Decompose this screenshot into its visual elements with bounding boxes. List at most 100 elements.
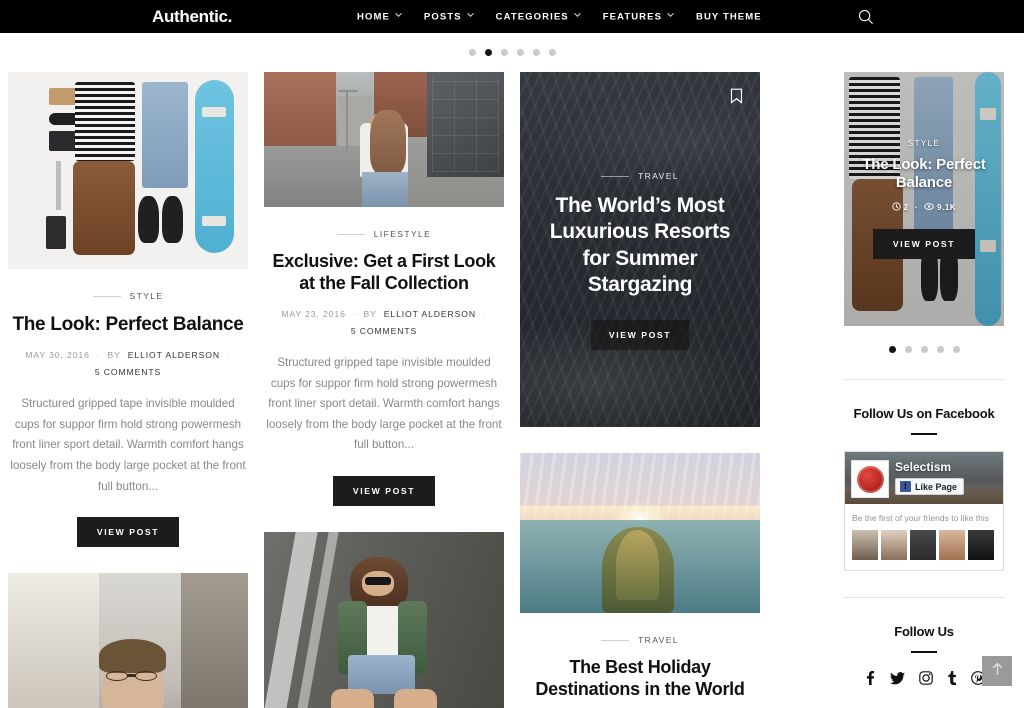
post-title[interactable]: The World’s Most Luxurious Resorts for S… — [536, 193, 744, 297]
nav-item-buy-theme[interactable]: BUY THEME — [696, 11, 762, 22]
twitter-icon[interactable] — [890, 671, 905, 685]
site-header: Authentic. HOME POSTS CATEGORIES FEATURE… — [0, 0, 1024, 33]
facebook-icon[interactable] — [863, 671, 876, 685]
post-category: TRAVEL — [601, 171, 679, 181]
category-label[interactable]: STYLE — [130, 291, 164, 301]
post-author[interactable]: ELLIOT ALDERSON — [384, 309, 476, 319]
chevron-down-icon — [573, 12, 581, 19]
view-post-button[interactable]: VIEW POST — [590, 319, 690, 350]
slider-category[interactable]: STYLE — [908, 139, 940, 148]
chevron-down-icon — [395, 12, 402, 19]
nav-item-home[interactable]: HOME — [357, 11, 402, 22]
sidebar-slider-dots — [844, 326, 1004, 353]
avatar-image — [856, 465, 884, 493]
post-column-3: TRAVEL The World’s Most Luxurious Resort… — [520, 72, 760, 708]
nav-item-posts[interactable]: POSTS — [424, 11, 474, 22]
post-title[interactable]: The Best Holiday Destinations in the Wor… — [522, 657, 758, 701]
post-thumbnail[interactable] — [8, 72, 248, 269]
view-post-button[interactable]: VIEW POST — [332, 476, 436, 507]
facebook-page-avatar[interactable] — [851, 460, 889, 498]
post-date: MAY 23, 2016 — [281, 308, 346, 319]
nav-item-label: HOME — [357, 11, 390, 22]
post-title[interactable]: The Look: Perfect Balance — [10, 313, 246, 336]
instagram-icon[interactable] — [919, 671, 933, 685]
carousel-dot[interactable] — [468, 49, 476, 56]
carousel-dot[interactable] — [936, 346, 944, 353]
post-column-1: STYLE The Look: Perfect Balance MAY 30, … — [8, 72, 248, 708]
meta-separator: · — [914, 203, 918, 212]
friend-avatar[interactable] — [881, 530, 907, 560]
view-count-value: 9.1K — [937, 203, 957, 212]
post-title[interactable]: Exclusive: Get a First Look at the Fall … — [266, 251, 502, 295]
nav-item-categories[interactable]: CATEGORIES — [496, 11, 581, 22]
carousel-dot[interactable] — [548, 49, 556, 56]
post-thumbnail[interactable] — [264, 532, 504, 708]
main-navigation: HOME POSTS CATEGORIES FEATURES BUY THEME — [357, 11, 762, 22]
carousel-dot[interactable] — [904, 346, 912, 353]
friend-avatar[interactable] — [939, 530, 965, 560]
post-thumbnail[interactable] — [8, 573, 248, 708]
read-time: 2 — [892, 202, 909, 213]
friend-avatar[interactable] — [910, 530, 936, 560]
friend-avatar[interactable] — [852, 530, 878, 560]
carousel-dot[interactable] — [532, 49, 540, 56]
post-excerpt: Structured gripped tape invisible moulde… — [266, 355, 502, 452]
category-rule — [601, 639, 630, 641]
facebook-page-name[interactable]: Selectism — [895, 460, 951, 474]
follow-us-widget: Follow Us — [844, 624, 1004, 685]
post-card — [264, 532, 504, 708]
nav-item-label: CATEGORIES — [495, 11, 569, 22]
facebook-cover-image: Selectism f Like Page — [845, 452, 1003, 504]
slider-content: STYLE The Look: Perfect Balance 2 · 9.1K… — [844, 72, 1004, 326]
carousel-dot[interactable] — [952, 346, 960, 353]
post-thumbnail[interactable] — [520, 453, 760, 613]
category-rule — [336, 233, 365, 235]
post-card: TRAVEL The Best Holiday Destinations in … — [520, 453, 760, 701]
category-label[interactable]: TRAVEL — [638, 635, 679, 645]
widget-rule — [911, 433, 937, 435]
site-logo[interactable]: Authentic. — [152, 7, 232, 27]
post-category: STYLE — [10, 291, 246, 301]
meta-separator: · — [482, 308, 487, 319]
sidebar-slider[interactable]: STYLE The Look: Perfect Balance 2 · 9.1K… — [844, 72, 1004, 326]
facebook-icon: f — [900, 481, 911, 492]
category-rule — [92, 295, 121, 297]
view-post-button[interactable]: VIEW POST — [872, 229, 976, 259]
eye-icon — [924, 202, 934, 213]
carousel-dot[interactable] — [516, 49, 524, 56]
chevron-down-icon — [667, 12, 674, 19]
post-author[interactable]: ELLIOT ALDERSON — [128, 350, 220, 360]
view-post-button[interactable]: VIEW POST — [76, 517, 180, 548]
facebook-card-body: Be the first of your friends to like thi… — [845, 504, 1003, 570]
sidebar: STYLE The Look: Perfect Balance 2 · 9.1K… — [844, 72, 1004, 685]
carousel-dot-active[interactable] — [888, 346, 896, 353]
carousel-dot[interactable] — [920, 346, 928, 353]
carousel-dot-active[interactable] — [484, 49, 492, 56]
widget-title: Follow Us on Facebook — [853, 406, 995, 421]
post-meta: MAY 23, 2016 · BY ELLIOT ALDERSON · 5 CO… — [266, 309, 502, 336]
sidebar-divider — [844, 379, 1004, 380]
carousel-dot[interactable] — [500, 49, 508, 56]
post-card: LIFESTYLE Exclusive: Get a First Look at… — [264, 72, 504, 507]
read-time-value: 2 — [903, 203, 909, 212]
featured-post-card: TRAVEL The World’s Most Luxurious Resort… — [520, 72, 760, 427]
search-icon[interactable] — [857, 8, 875, 26]
slider-title[interactable]: The Look: Perfect Balance — [856, 156, 992, 192]
post-category: TRAVEL — [522, 635, 758, 645]
widget-rule — [911, 651, 937, 653]
post-category: LIFESTYLE — [266, 229, 502, 239]
category-label[interactable]: LIFESTYLE — [374, 229, 431, 239]
bookmark-icon[interactable] — [730, 88, 743, 104]
post-thumbnail[interactable] — [264, 72, 504, 207]
category-rule — [601, 175, 630, 177]
scroll-to-top-button[interactable] — [982, 656, 1012, 686]
category-label[interactable]: TRAVEL — [638, 171, 679, 181]
tumblr-icon[interactable] — [947, 671, 957, 685]
facebook-like-button[interactable]: f Like Page — [895, 478, 965, 495]
nav-item-features[interactable]: FEATURES — [603, 11, 674, 22]
like-button-label: Like Page — [915, 481, 958, 492]
post-comments[interactable]: 5 COMMENTS — [351, 326, 417, 336]
post-comments[interactable]: 5 COMMENTS — [95, 367, 161, 377]
nav-item-label: POSTS — [423, 11, 462, 22]
friend-avatar[interactable] — [968, 530, 994, 560]
